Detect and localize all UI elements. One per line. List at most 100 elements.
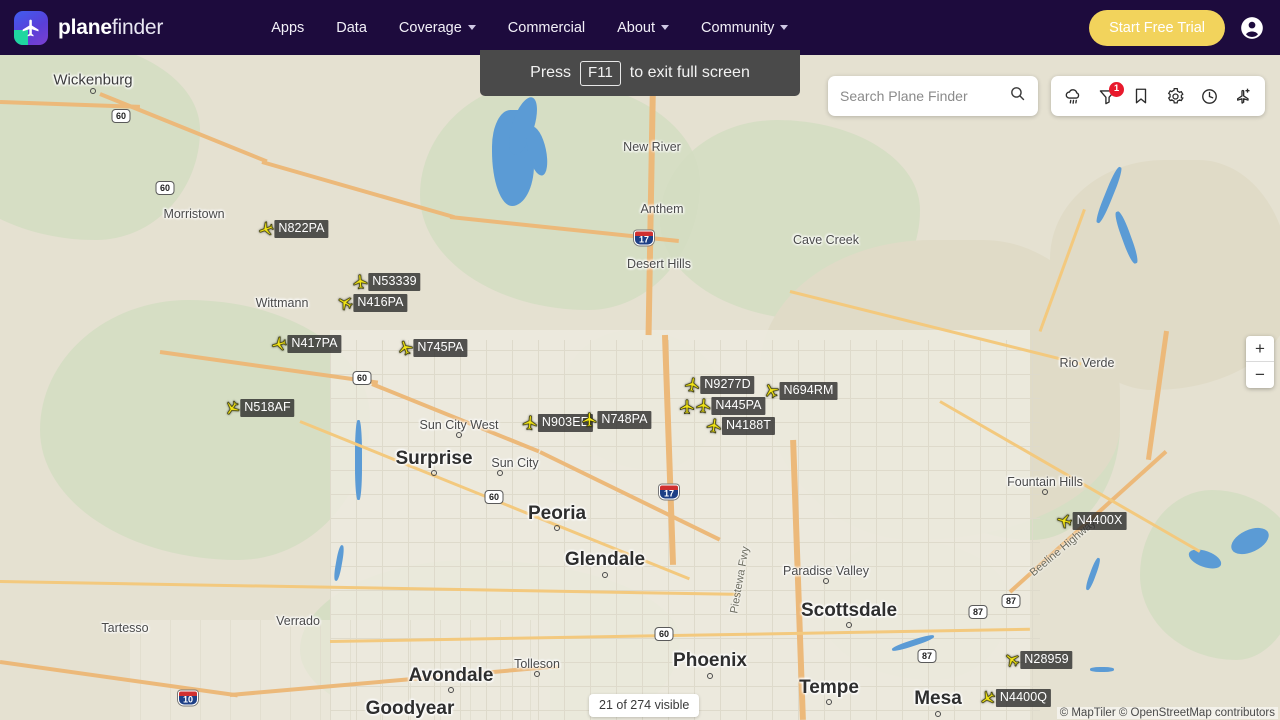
street-line bbox=[902, 340, 903, 720]
street-line bbox=[330, 446, 1040, 447]
street-line bbox=[350, 620, 351, 720]
us-route-shield: 87 bbox=[917, 649, 937, 663]
interstate-shield: 17 bbox=[634, 230, 654, 246]
nav-item-apps[interactable]: Apps bbox=[271, 20, 304, 36]
aircraft-marker[interactable]: N4188T bbox=[705, 417, 776, 435]
history-clock-icon[interactable] bbox=[1196, 83, 1222, 109]
nav-item-data[interactable]: Data bbox=[336, 20, 367, 36]
interstate-shield: 10 bbox=[178, 690, 198, 706]
aircraft-marker[interactable]: N518AF bbox=[223, 399, 295, 417]
zoom-controls: + − bbox=[1246, 336, 1274, 388]
account-circle-icon[interactable] bbox=[1239, 15, 1265, 41]
aircraft-marker[interactable]: N417PA bbox=[270, 335, 342, 353]
search-container[interactable] bbox=[828, 76, 1038, 116]
place-dot bbox=[554, 525, 560, 531]
aircraft-marker[interactable]: N4400X bbox=[1056, 512, 1127, 530]
aircraft-marker[interactable]: N822PA bbox=[257, 220, 329, 238]
nav-item-coverage[interactable]: Coverage bbox=[399, 20, 476, 36]
weather-icon[interactable] bbox=[1060, 83, 1086, 109]
us-route-shield: 60 bbox=[484, 490, 504, 504]
aircraft-tail-label: N694RM bbox=[779, 382, 838, 400]
street-line bbox=[642, 340, 643, 720]
filter-badge-count: 1 bbox=[1109, 82, 1124, 97]
search-icon[interactable] bbox=[1009, 85, 1026, 107]
f11-key-hint: F11 bbox=[580, 60, 621, 86]
canal bbox=[355, 420, 362, 500]
nav-label: Data bbox=[336, 19, 367, 36]
place-dot bbox=[431, 470, 437, 476]
street-line bbox=[590, 340, 591, 720]
nav-item-community[interactable]: Community bbox=[701, 19, 789, 36]
street-line bbox=[850, 340, 851, 720]
aircraft-marker[interactable]: N4400Q bbox=[979, 689, 1052, 707]
aircraft-plane-icon bbox=[522, 415, 537, 431]
aircraft-plane-icon bbox=[582, 412, 597, 428]
street-line bbox=[954, 340, 955, 720]
us-route-shield: 60 bbox=[352, 371, 372, 385]
nav-label: About bbox=[617, 19, 656, 36]
street-line bbox=[980, 340, 981, 720]
add-plane-icon[interactable] bbox=[1230, 83, 1256, 109]
place-dot bbox=[935, 711, 941, 717]
street-line bbox=[538, 340, 539, 720]
aircraft-marker[interactable]: N748PA bbox=[580, 411, 652, 429]
place-dot bbox=[826, 699, 832, 705]
aircraft-tail-label: N748PA bbox=[597, 411, 652, 429]
start-free-trial-button[interactable]: Start Free Trial bbox=[1089, 9, 1225, 46]
place-label: Wittmann bbox=[255, 296, 309, 310]
settings-gear-icon[interactable] bbox=[1162, 83, 1188, 109]
place-label: Morristown bbox=[163, 207, 225, 221]
plane-logo-icon bbox=[14, 10, 48, 45]
aircraft-marker[interactable]: N28959 bbox=[1003, 651, 1073, 669]
zoom-out-button[interactable]: − bbox=[1246, 362, 1274, 388]
chevron-down-icon bbox=[661, 25, 670, 30]
zoom-in-button[interactable]: + bbox=[1246, 336, 1274, 362]
filter-icon[interactable]: 1 bbox=[1094, 82, 1124, 109]
us-route-shield: 87 bbox=[968, 605, 988, 619]
bookmark-icon[interactable] bbox=[1128, 83, 1154, 109]
aircraft-tail-label: N28959 bbox=[1020, 651, 1073, 669]
fullscreen-exit-toast: Press F11 to exit full screen bbox=[480, 50, 800, 96]
aircraft-marker[interactable]: N694RM bbox=[763, 382, 838, 400]
aircraft-plane-icon bbox=[684, 377, 700, 393]
nav-item-commercial[interactable]: Commercial bbox=[508, 20, 585, 36]
aircraft-plane-icon bbox=[696, 398, 711, 414]
aircraft-marker[interactable]: N445PA bbox=[694, 397, 766, 415]
street-line bbox=[330, 542, 1040, 543]
search-input[interactable] bbox=[840, 88, 1009, 104]
street-line bbox=[616, 340, 617, 720]
nav-item-about[interactable]: About bbox=[617, 19, 670, 36]
us-route-shield: 60 bbox=[155, 181, 175, 195]
street-line bbox=[486, 340, 487, 720]
place-dot bbox=[448, 687, 454, 693]
aircraft-tail-label: N822PA bbox=[274, 220, 329, 238]
brand-logo[interactable]: planefinder bbox=[14, 10, 163, 45]
us-route-shield: 87 bbox=[1001, 594, 1021, 608]
aircraft-tail-label: N417PA bbox=[287, 335, 342, 353]
aircraft-marker[interactable]: N745PA bbox=[396, 339, 468, 357]
street-line bbox=[330, 340, 331, 720]
aircraft-tail-label: N4400Q bbox=[995, 689, 1052, 707]
aircraft-tail-label: N416PA bbox=[353, 294, 408, 312]
aircraft-marker[interactable]: N416PA bbox=[336, 294, 408, 312]
street-line bbox=[230, 620, 231, 720]
toast-suffix: to exit full screen bbox=[629, 64, 750, 81]
aircraft-marker[interactable]: N9277D bbox=[683, 376, 755, 394]
street-line bbox=[440, 620, 441, 720]
aircraft-marker[interactable] bbox=[678, 398, 696, 416]
street-line bbox=[380, 620, 381, 720]
map-attribution: © MapTiler © OpenStreetMap contributors bbox=[1056, 707, 1278, 719]
street-line bbox=[356, 340, 357, 720]
nav-label: Community bbox=[701, 19, 775, 36]
aircraft-marker[interactable]: N53339 bbox=[351, 273, 421, 291]
aircraft-plane-icon bbox=[353, 274, 368, 290]
street-line bbox=[330, 422, 1040, 423]
street-line bbox=[170, 620, 171, 720]
street-line bbox=[470, 620, 471, 720]
us-route-shield: 60 bbox=[111, 109, 131, 123]
street-line bbox=[382, 340, 383, 720]
nav-right-group: Start Free Trial bbox=[1089, 9, 1265, 46]
street-line bbox=[512, 340, 513, 720]
top-navigation-bar: planefinder Apps Data Coverage Commercia… bbox=[0, 0, 1280, 55]
street-line bbox=[330, 686, 1040, 687]
